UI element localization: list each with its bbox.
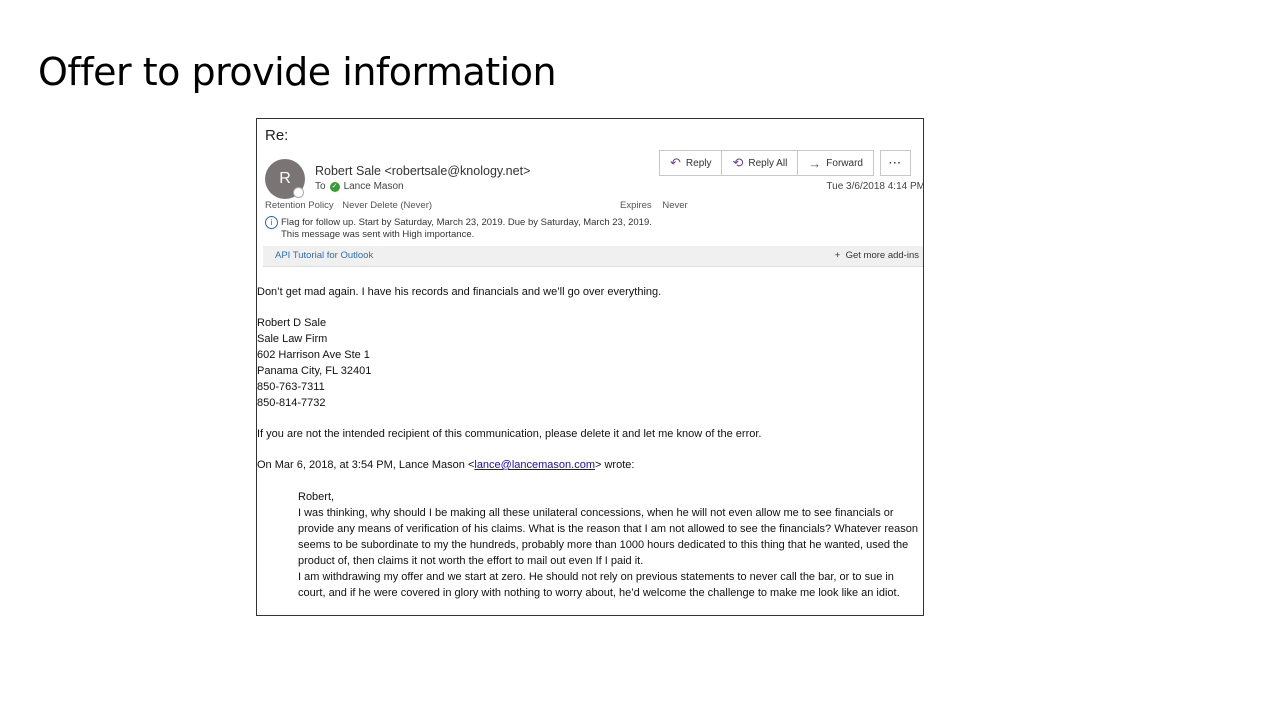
signature-line: 602 Harrison Ave Ste 1 — [257, 349, 370, 361]
forward-button[interactable]: → Forward — [797, 150, 874, 176]
retention-value: Never Delete (Never) — [342, 200, 433, 211]
info-icon: i — [265, 216, 278, 229]
quoted-message: Robert, I was thinking, why should I be … — [298, 489, 922, 601]
quoted-paragraph: I was thinking, why should I be making a… — [298, 507, 918, 567]
quoted-greeting: Robert, — [298, 491, 335, 503]
action-toolbar: ↶ Reply ⟲ Reply All → Forward ··· — [659, 150, 911, 176]
importance-text: This message was sent with High importan… — [281, 229, 475, 241]
retention-label: Retention Policy — [265, 200, 334, 211]
quote-intro-after: > wrote: — [595, 459, 635, 471]
email-timestamp: Tue 3/6/2018 4:14 PM — [826, 181, 924, 192]
signature-line: Sale Law Firm — [257, 333, 328, 345]
expires-info: Expires Never — [620, 200, 688, 211]
signature-block: Robert D Sale Sale Law Firm 602 Harrison… — [257, 315, 371, 411]
forward-label: Forward — [826, 157, 863, 169]
quoted-paragraph: I am withdrawing my offer and we start a… — [298, 571, 900, 599]
signature-line: Panama City, FL 32401 — [257, 365, 372, 377]
slide-title: Offer to provide information — [38, 50, 557, 94]
more-icon: ··· — [888, 157, 902, 169]
signature-line: Robert D Sale — [257, 317, 327, 329]
recipient-name[interactable]: Lance Mason — [344, 181, 404, 192]
disclaimer-text: If you are not the intended recipient of… — [257, 428, 762, 440]
to-label: To — [315, 181, 326, 192]
addin-link[interactable]: API Tutorial for Outlook — [275, 250, 373, 261]
email-body-line: Don’t get mad again. I have his records … — [257, 286, 662, 298]
reply-all-button[interactable]: ⟲ Reply All — [721, 150, 799, 176]
reply-icon: ↶ — [670, 155, 681, 170]
email-subject: Re: — [265, 127, 289, 144]
reply-button[interactable]: ↶ Reply — [659, 150, 723, 176]
addins-bar: API Tutorial for Outlook + Get more add-… — [263, 246, 923, 267]
quoted-email-link[interactable]: lance@lancemason.com — [474, 459, 595, 471]
quote-intro: On Mar 6, 2018, at 3:54 PM, Lance Mason … — [257, 459, 634, 471]
retention-policy: Retention Policy Never Delete (Never) — [265, 200, 432, 211]
signature-line: 850-814-7732 — [257, 397, 326, 409]
forward-icon: → — [808, 155, 822, 171]
recipient-row: To ✓ Lance Mason — [315, 181, 404, 192]
signature-line: 850-763-7311 — [257, 381, 325, 393]
flag-info: i Flag for follow up. Start by Saturday, … — [265, 216, 652, 241]
quote-intro-before: On Mar 6, 2018, at 3:54 PM, Lance Mason … — [257, 459, 475, 471]
available-check-icon: ✓ — [329, 181, 340, 192]
more-actions-button[interactable]: ··· — [879, 150, 911, 176]
get-addins-label: Get more add-ins — [845, 250, 919, 261]
flag-text: Flag for follow up. Start by Saturday, M… — [281, 217, 652, 229]
reply-label: Reply — [685, 157, 712, 169]
reply-all-icon: ⟲ — [732, 155, 744, 170]
reply-all-label: Reply All — [748, 157, 788, 169]
presence-icon — [293, 187, 304, 198]
sender-name[interactable]: Robert Sale <robertsale@knology.net> — [315, 164, 530, 178]
plus-icon: + — [834, 250, 846, 261]
expires-label: Expires — [620, 200, 652, 211]
email-reading-pane: Re: R Robert Sale <robertsale@knology.ne… — [256, 118, 924, 616]
get-addins-button[interactable]: + Get more add-ins — [835, 250, 919, 261]
expires-value: Never — [662, 200, 688, 211]
